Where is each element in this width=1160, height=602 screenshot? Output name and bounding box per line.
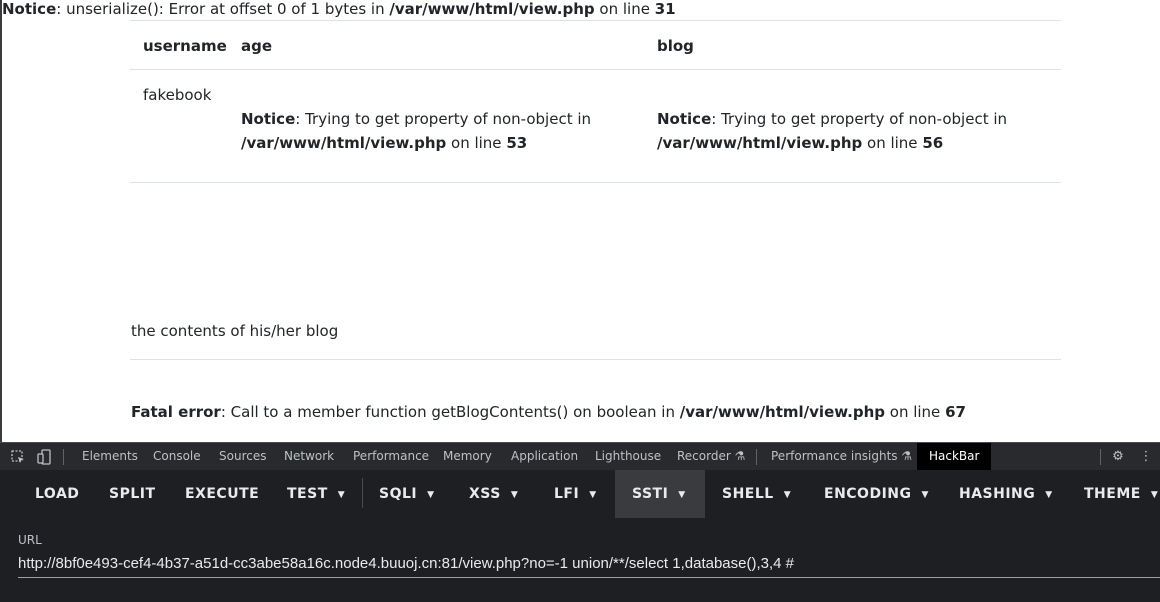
- table-top-border: [130, 20, 1061, 21]
- hashing-menu-button[interactable]: HASHING ▼: [959, 470, 1053, 518]
- tab-separator: [1100, 449, 1101, 465]
- sqli-label: SQLI: [379, 486, 418, 502]
- fatal-mid: on line: [885, 403, 946, 421]
- url-label: URL: [18, 533, 42, 547]
- test-label: TEST: [287, 486, 328, 502]
- settings-icon[interactable]: ⚙: [1110, 449, 1126, 465]
- tab-network[interactable]: Network: [284, 449, 334, 463]
- notice-label: Notice: [2, 0, 57, 18]
- chevron-down-icon: ▼: [1150, 490, 1159, 500]
- more-icon[interactable]: ⋮: [1138, 449, 1154, 465]
- url-panel: URL: [0, 518, 1160, 602]
- header-age: age: [241, 37, 273, 55]
- notice-line: 31: [654, 0, 676, 18]
- chevron-down-icon: ▼: [783, 490, 792, 500]
- flask-icon: ⚗: [901, 449, 913, 463]
- chevron-down-icon: ▼: [427, 490, 435, 500]
- chevron-down-icon: ▼: [1045, 490, 1053, 500]
- lfi-label: LFI: [554, 486, 580, 502]
- table-bottom-border: [130, 182, 1061, 183]
- age-notice-path: /var/www/html/view.php: [241, 134, 447, 152]
- cell-username: fakebook: [143, 86, 212, 104]
- blog-divider: [130, 359, 1061, 360]
- age-notice-label: Notice: [241, 110, 296, 128]
- left-edge-bar: [0, 0, 2, 442]
- tab-lighthouse[interactable]: Lighthouse: [595, 449, 661, 463]
- fatal-error: Fatal error: Call to a member function g…: [131, 403, 966, 421]
- test-menu-button[interactable]: TEST ▼: [287, 470, 345, 518]
- encoding-label: ENCODING: [824, 486, 912, 502]
- xss-label: XSS: [469, 486, 501, 502]
- blog-notice-line: 56: [922, 134, 944, 152]
- header-username: username: [143, 37, 227, 55]
- shell-label: SHELL: [722, 486, 774, 502]
- blog-notice-text: : Trying to get property of non-object i…: [711, 110, 1008, 128]
- hashing-label: HASHING: [959, 486, 1036, 502]
- blog-contents: the contents of his/her blog: [131, 322, 339, 340]
- tab-performance-insights-label: Performance insights: [771, 449, 898, 463]
- tab-performance[interactable]: Performance: [353, 449, 429, 463]
- chevron-down-icon: ▼: [337, 490, 346, 500]
- tab-console[interactable]: Console: [153, 449, 201, 463]
- fatal-text: : Call to a member function getBlogConte…: [220, 403, 680, 421]
- age-notice-mid: on line: [446, 134, 507, 152]
- shell-menu-button[interactable]: SHELL ▼: [722, 470, 791, 518]
- chevron-down-icon: ▼: [589, 490, 597, 500]
- tab-recorder[interactable]: Recorder ⚗: [677, 449, 745, 463]
- sqli-menu-button[interactable]: SQLI ▼: [379, 470, 435, 518]
- toolbar-separator: [362, 478, 363, 508]
- age-notice-line: 53: [506, 134, 528, 152]
- notice-path: /var/www/html/view.php: [389, 0, 595, 18]
- tab-separator: [63, 449, 64, 465]
- url-input[interactable]: [18, 549, 1160, 578]
- blog-notice-label: Notice: [657, 110, 712, 128]
- fatal-line: 67: [945, 403, 966, 421]
- tab-separator: [756, 449, 757, 465]
- split-button[interactable]: SPLIT: [109, 470, 156, 518]
- xss-menu-button[interactable]: XSS ▼: [469, 470, 518, 518]
- flask-icon: ⚗: [734, 449, 746, 463]
- tab-sources[interactable]: Sources: [219, 449, 266, 463]
- tab-elements[interactable]: Elements: [82, 449, 138, 463]
- load-button[interactable]: LOAD: [35, 470, 79, 518]
- blog-notice-path: /var/www/html/view.php: [657, 134, 863, 152]
- inspect-icon[interactable]: [10, 449, 26, 465]
- encoding-menu-button[interactable]: ENCODING ▼: [824, 470, 929, 518]
- fatal-label: Fatal error: [131, 403, 221, 421]
- tab-hackbar[interactable]: HackBar: [917, 443, 992, 470]
- lfi-menu-button[interactable]: LFI ▼: [554, 470, 597, 518]
- ssti-label: SSTI: [632, 486, 669, 502]
- ssti-menu-button[interactable]: SSTI ▼: [615, 470, 705, 518]
- notice-unserialize: Notice: unserialize(): Error at offset 0…: [2, 0, 676, 18]
- age-notice-text: : Trying to get property of non-object i…: [295, 110, 592, 128]
- hackbar-toolbar: LOAD SPLIT EXECUTE TEST ▼ SQLI ▼ XSS ▼ LFI ▼…: [0, 470, 1160, 518]
- fatal-path: /var/www/html/view.php: [679, 403, 885, 421]
- theme-label: THEME: [1084, 486, 1141, 502]
- tab-performance-insights[interactable]: Performance insights ⚗: [771, 449, 912, 463]
- table-header-border: [130, 69, 1061, 70]
- chevron-down-icon: ▼: [678, 490, 686, 500]
- tab-recorder-label: Recorder: [677, 449, 731, 463]
- tab-memory[interactable]: Memory: [443, 449, 492, 463]
- execute-button[interactable]: EXECUTE: [185, 470, 259, 518]
- blog-notice-mid: on line: [862, 134, 923, 152]
- chevron-down-icon: ▼: [921, 490, 929, 500]
- theme-menu-button[interactable]: THEME ▼: [1084, 470, 1158, 518]
- chevron-down-icon: ▼: [510, 490, 519, 500]
- devtools-tabbar: Elements Console Sources Network Perform…: [0, 442, 1160, 470]
- notice-mid: on line: [594, 0, 655, 18]
- device-toggle-icon[interactable]: [37, 449, 53, 465]
- tab-application[interactable]: Application: [511, 449, 578, 463]
- header-blog: blog: [657, 37, 694, 55]
- cell-blog: Notice: Trying to get property of non-ob…: [657, 107, 1007, 155]
- cell-age: Notice: Trying to get property of non-ob…: [241, 107, 591, 155]
- notice-text: : unserialize(): Error at offset 0 of 1 …: [56, 0, 390, 18]
